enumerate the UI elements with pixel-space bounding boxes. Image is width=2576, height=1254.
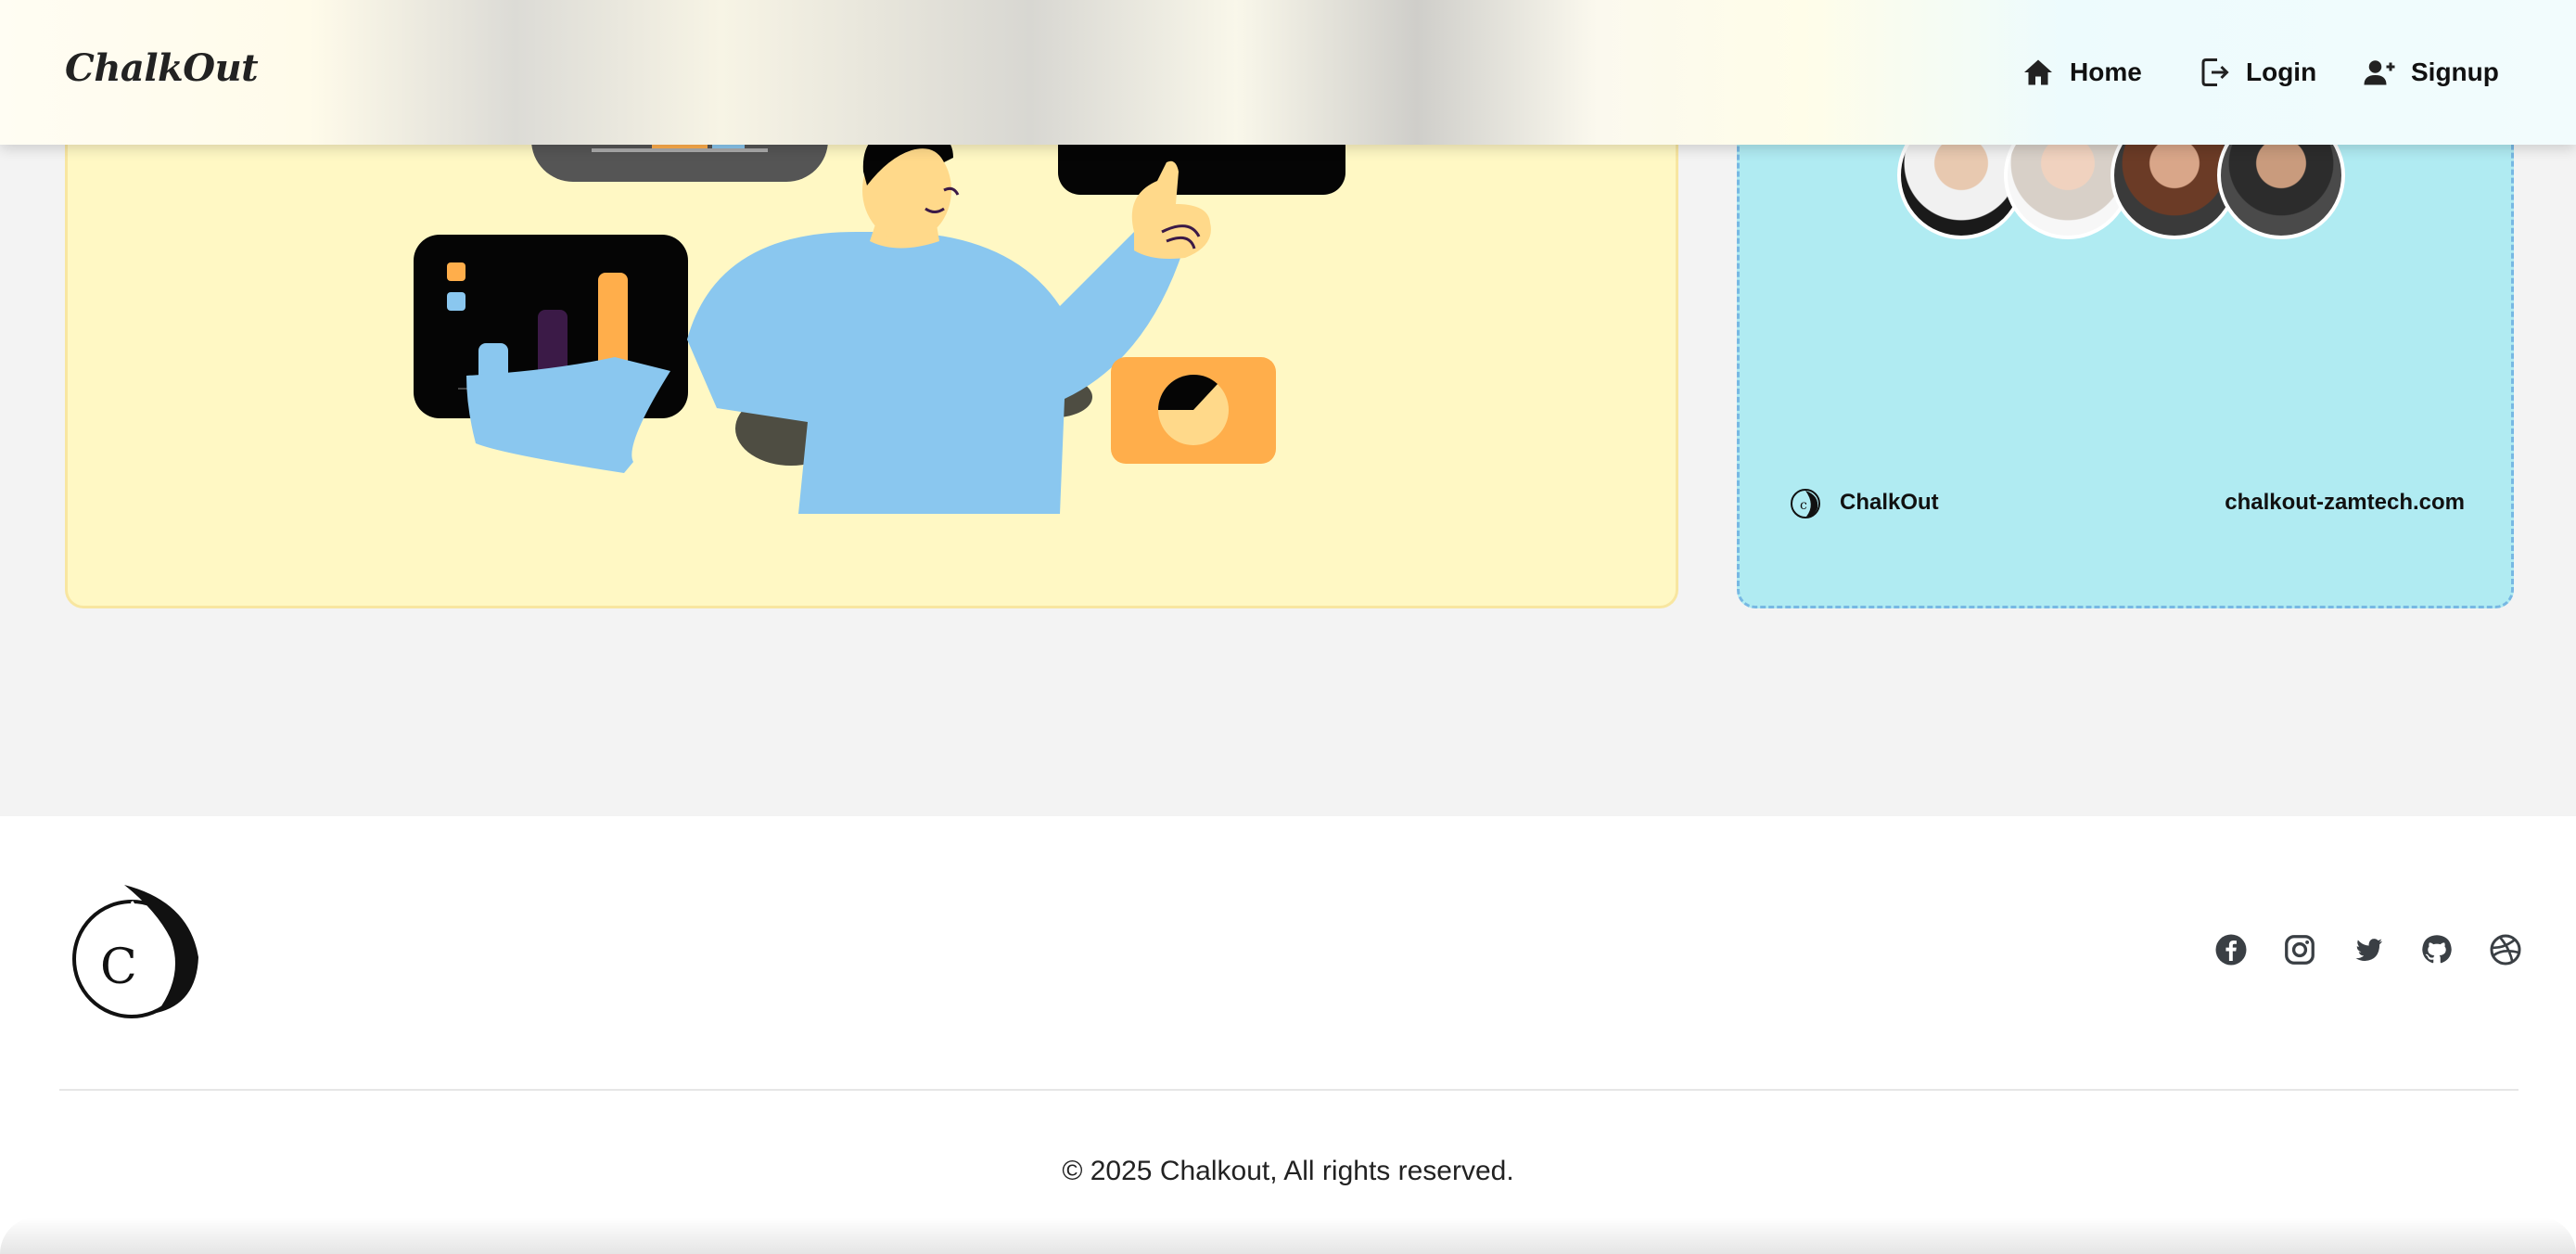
card-url[interactable]: chalkout-zamtech.com <box>2225 490 2465 516</box>
team-card: c ChalkOut chalkout-zamtech.com <box>1737 93 2514 608</box>
chalkout-logo-icon: c <box>1791 489 1820 518</box>
svg-text:c: c <box>1800 498 1807 513</box>
brand-logo[interactable]: ChalkOut <box>65 46 259 90</box>
add-user-icon <box>2364 60 2395 85</box>
nav-login-link[interactable]: Login <box>2198 54 2316 91</box>
illustration-card <box>65 93 1678 608</box>
nav-signup-link[interactable]: Signup <box>2363 54 2499 91</box>
dribbble-link[interactable] <box>2489 933 2522 966</box>
facebook-link[interactable] <box>2214 933 2248 966</box>
top-navbar: ChalkOut Home Login Signup <box>0 0 2576 145</box>
facebook-icon <box>2215 934 2247 966</box>
nav-home-link[interactable]: Home <box>2021 54 2142 91</box>
logo-letter: C <box>100 940 137 995</box>
copyright-text: © 2025 Chalkout, All rights reserved. <box>1062 1156 1514 1186</box>
chalkout-logo-icon[interactable]: C <box>69 883 204 1024</box>
nav-home-label: Home <box>2070 58 2142 86</box>
instagram-link[interactable] <box>2283 933 2316 966</box>
twitter-link[interactable] <box>2352 933 2385 966</box>
page: c ChalkOut chalkout-zamtech.com ChalkOut… <box>0 0 2576 1254</box>
nav-login-label: Login <box>2246 58 2317 86</box>
card-brand-label: ChalkOut <box>1840 490 1939 515</box>
footer: C © 2025 Chalkout, All rights reserved. <box>0 816 2576 1254</box>
login-icon <box>2201 58 2229 86</box>
dribbble-icon <box>2490 934 2521 966</box>
footer-divider <box>59 1089 2519 1091</box>
nav-signup-label: Signup <box>2411 58 2499 86</box>
github-link[interactable] <box>2420 933 2454 966</box>
analytics-illustration <box>414 93 1345 514</box>
home-icon <box>2024 59 2052 85</box>
twitter-icon <box>2355 939 2382 961</box>
instagram-icon <box>2285 935 2315 965</box>
social-links <box>2214 933 2522 966</box>
github-icon <box>2422 935 2452 964</box>
bottom-edge-shadow <box>0 1217 2576 1254</box>
